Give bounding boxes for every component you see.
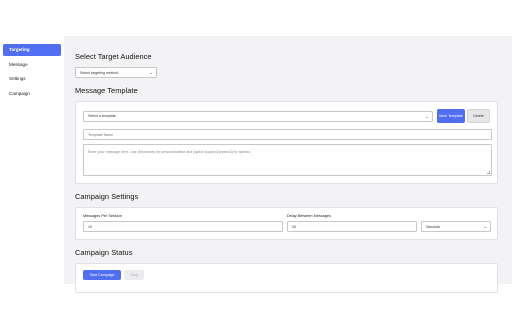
template-name-input[interactable]: Template Name bbox=[83, 129, 492, 140]
delete-template-button[interactable]: Delete bbox=[467, 109, 490, 123]
message-textarea[interactable]: Enter your message here. Use {firstname}… bbox=[83, 144, 492, 176]
sidebar: Targeting Message Settings Campaign bbox=[0, 36, 64, 286]
sidebar-item-targeting[interactable]: Targeting bbox=[3, 44, 61, 56]
chevron-down-icon: ⌄ bbox=[149, 70, 153, 75]
delay-unit-select[interactable]: Seconds ⌄ bbox=[421, 221, 491, 232]
resize-handle-icon[interactable] bbox=[487, 171, 490, 174]
message-placeholder: Enter your message here. Use {firstname}… bbox=[88, 150, 252, 154]
template-select-value: Select a template bbox=[88, 114, 116, 118]
sidebar-item-campaign[interactable]: Campaign bbox=[3, 88, 61, 100]
messages-per-session-label: Messages Per Session bbox=[83, 214, 122, 218]
chevron-down-icon: ⌄ bbox=[425, 113, 429, 119]
targeting-method-value: Select targeting method bbox=[80, 70, 118, 75]
status-heading: Campaign Status bbox=[75, 248, 133, 257]
stop-button[interactable]: Stop bbox=[124, 270, 144, 280]
status-card: Start Campaign Stop bbox=[75, 263, 498, 293]
targeting-method-select[interactable]: Select targeting method ⌄ bbox=[75, 67, 157, 78]
settings-card: Messages Per Session 10 Delay Between Me… bbox=[75, 207, 498, 240]
sidebar-item-message[interactable]: Message bbox=[3, 59, 61, 71]
start-campaign-button[interactable]: Start Campaign bbox=[83, 270, 121, 280]
main-content: Select Target Audience Select targeting … bbox=[64, 36, 512, 293]
template-heading: Message Template bbox=[75, 86, 138, 95]
delay-input[interactable]: 30 bbox=[287, 221, 417, 232]
audience-heading: Select Target Audience bbox=[75, 52, 152, 61]
settings-heading: Campaign Settings bbox=[75, 192, 139, 201]
save-template-button[interactable]: Save Template bbox=[436, 109, 466, 123]
chevron-down-icon: ⌄ bbox=[483, 224, 487, 229]
template-select[interactable]: Select a template ⌄ bbox=[83, 110, 433, 122]
template-card: Select a template ⌄ Save Template Delete… bbox=[75, 101, 498, 184]
messages-per-session-input[interactable]: 10 bbox=[83, 221, 283, 232]
delay-unit-value: Seconds bbox=[426, 224, 440, 229]
delay-between-messages-label: Delay Between Messages bbox=[287, 214, 331, 218]
sidebar-item-settings[interactable]: Settings bbox=[3, 73, 61, 85]
